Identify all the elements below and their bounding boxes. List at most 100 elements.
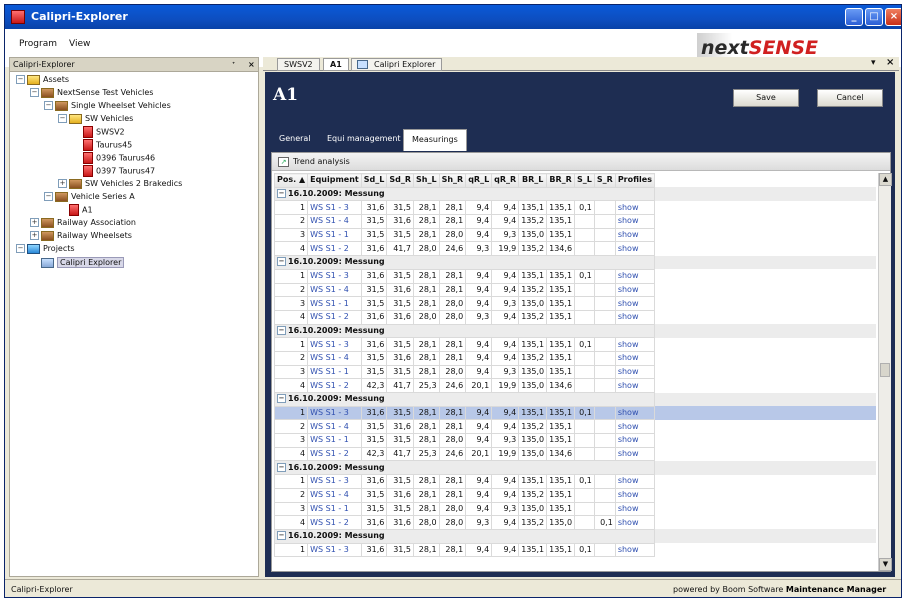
tree-node[interactable]: + Railway Wheelsets	[30, 230, 132, 242]
menu-view[interactable]: View	[69, 39, 90, 49]
tree-node[interactable]: SWSV2	[72, 126, 125, 138]
equipment-link[interactable]: WS S1 - 1	[307, 501, 362, 517]
show-profiles-link[interactable]: show	[614, 364, 655, 380]
equipment-link[interactable]: WS S1 - 4	[307, 487, 362, 503]
trend-analysis-label[interactable]: Trend analysis	[293, 157, 350, 166]
equipment-link[interactable]: WS S1 - 4	[307, 214, 362, 229]
tree-node[interactable]: − SW Vehicles	[58, 113, 133, 125]
show-profiles-link[interactable]: show	[614, 515, 655, 530]
equipment-link[interactable]: WS S1 - 1	[307, 227, 362, 243]
table-row[interactable]: 3 WS S1 - 1 31,5 31,5 28,1 28,0 9,4 9,3 135,0 135…	[274, 501, 876, 517]
equipment-link[interactable]: WS S1 - 2	[307, 515, 362, 530]
equipment-link[interactable]: WS S1 - 2	[307, 446, 362, 462]
collapse-icon[interactable]: −	[16, 75, 25, 84]
close-panel-icon[interactable]: ×	[248, 58, 255, 71]
collapse-icon[interactable]: −	[277, 257, 286, 267]
collapse-icon[interactable]: −	[58, 114, 67, 123]
show-profiles-link[interactable]: show	[614, 241, 655, 257]
show-profiles-link[interactable]: show	[614, 378, 655, 393]
equipment-link[interactable]: WS S1 - 1	[307, 364, 362, 380]
tab-measurings[interactable]: Measurings	[403, 129, 467, 151]
table-row[interactable]: 4 WS S1 - 2 42,3 41,7 25,3 24,6 20,1 19,9 135,0 1…	[274, 378, 876, 393]
table-row[interactable]: 1 WS S1 - 3 31,6 31,5 28,1 28,1 9,4 9,4 135,1 135…	[274, 405, 876, 421]
table-row[interactable]: 4 WS S1 - 2 31,6 31,6 28,0 28,0 9,3 9,4 135,2 135…	[274, 515, 876, 530]
scroll-down-icon[interactable]: ▼	[879, 558, 892, 571]
cancel-button[interactable]: Cancel	[817, 89, 883, 107]
table-row[interactable]: 2 WS S1 - 4 31,5 31,6 28,1 28,1 9,4 9,4 135,2 135…	[274, 350, 876, 366]
column-header[interactable]: S_R	[593, 173, 616, 188]
column-header[interactable]: S_L	[574, 173, 595, 188]
equipment-link[interactable]: WS S1 - 3	[307, 542, 362, 558]
tab-general[interactable]: General	[271, 129, 319, 151]
equipment-link[interactable]: WS S1 - 4	[307, 350, 362, 366]
equipment-link[interactable]: WS S1 - 4	[307, 282, 362, 298]
table-row[interactable]: 2 WS S1 - 4 31,5 31,6 28,1 28,1 9,4 9,4 135,2 135…	[274, 487, 876, 503]
column-header[interactable]: BR_L	[518, 173, 548, 188]
show-profiles-link[interactable]: show	[614, 405, 655, 421]
dropdown-icon[interactable]: ▾	[871, 58, 876, 68]
table-row[interactable]: 4 WS S1 - 2 42,3 41,7 25,3 24,6 20,1 19,9 135,0 1…	[274, 446, 876, 462]
equipment-link[interactable]: WS S1 - 3	[307, 474, 362, 489]
group-row[interactable]: −16.10.2009: Messung	[274, 323, 876, 339]
collapse-icon[interactable]: −	[277, 325, 286, 335]
tree-node[interactable]: − Single Wheelset Vehicles	[44, 100, 171, 112]
maximize-button[interactable]: □	[865, 8, 883, 26]
collapse-icon[interactable]: −	[30, 88, 39, 97]
scrollbar-thumb[interactable]	[880, 363, 890, 377]
collapse-icon[interactable]: −	[277, 189, 286, 199]
tree-node[interactable]: − Assets	[16, 74, 69, 86]
table-row[interactable]: 2 WS S1 - 4 31,5 31,6 28,1 28,1 9,4 9,4 135,2 135…	[274, 214, 876, 229]
show-profiles-link[interactable]: show	[614, 474, 655, 489]
show-profiles-link[interactable]: show	[614, 214, 655, 229]
collapse-icon[interactable]: −	[44, 101, 53, 110]
tree-node[interactable]: Calipri Explorer	[30, 257, 125, 269]
group-row[interactable]: −16.10.2009: Messung	[274, 255, 876, 270]
minimize-button[interactable]: _	[845, 8, 863, 26]
table-row[interactable]: 3 WS S1 - 1 31,5 31,5 28,1 28,0 9,4 9,3 135,0 135…	[274, 364, 876, 380]
table-row[interactable]: 3 WS S1 - 1 31,5 31,5 28,1 28,0 9,4 9,3 135,0 135…	[274, 227, 876, 243]
equipment-link[interactable]: WS S1 - 2	[307, 241, 362, 257]
collapse-icon[interactable]: −	[16, 244, 25, 253]
scroll-up-icon[interactable]: ▲	[879, 173, 892, 186]
collapse-icon[interactable]: −	[44, 192, 53, 201]
show-profiles-link[interactable]: show	[614, 419, 655, 435]
table-row[interactable]: 1 WS S1 - 3 31,6 31,5 28,1 28,1 9,4 9,4 135,1 135…	[274, 474, 876, 489]
table-row[interactable]: 1 WS S1 - 3 31,6 31,5 28,1 28,1 9,4 9,4 135,1 135…	[274, 542, 876, 558]
trend-analysis-bar[interactable]: ↗ Trend analysis	[272, 153, 890, 171]
tree-node[interactable]: − Projects	[16, 243, 75, 255]
group-row[interactable]: −16.10.2009: Messung	[274, 186, 876, 202]
show-profiles-link[interactable]: show	[614, 501, 655, 517]
tree-node[interactable]: − Vehicle Series A	[44, 191, 135, 203]
show-profiles-link[interactable]: show	[614, 487, 655, 503]
column-header[interactable]: BR_R	[546, 173, 576, 188]
group-row[interactable]: −16.10.2009: Messung	[274, 460, 876, 476]
tree-node[interactable]: 0396 Taurus46	[72, 152, 155, 164]
tree-node[interactable]: + Railway Association	[30, 217, 136, 229]
equipment-link[interactable]: WS S1 - 4	[307, 419, 362, 435]
equipment-link[interactable]: WS S1 - 1	[307, 433, 362, 448]
table-row[interactable]: 4 WS S1 - 2 31,6 41,7 28,0 24,6 9,3 19,9 135,2 13…	[274, 241, 876, 257]
save-button[interactable]: Save	[733, 89, 799, 107]
show-profiles-link[interactable]: show	[614, 227, 655, 243]
group-row[interactable]: −16.10.2009: Messung	[274, 392, 876, 407]
show-profiles-link[interactable]: show	[614, 350, 655, 366]
group-row[interactable]: −16.10.2009: Messung	[274, 528, 876, 544]
table-row[interactable]: 3 WS S1 - 1 31,5 31,5 28,1 28,0 9,4 9,3 135,0 135…	[274, 296, 876, 311]
column-header[interactable]: Sh_R	[438, 173, 467, 188]
table-row[interactable]: 4 WS S1 - 2 31,6 31,6 28,0 28,0 9,3 9,4 135,2 135…	[274, 309, 876, 325]
collapse-icon[interactable]: −	[277, 394, 286, 404]
column-header[interactable]: qR_L	[465, 173, 493, 188]
equipment-link[interactable]: WS S1 - 2	[307, 378, 362, 393]
show-profiles-link[interactable]: show	[614, 446, 655, 462]
expand-icon[interactable]: +	[30, 218, 39, 227]
equipment-link[interactable]: WS S1 - 3	[307, 200, 362, 216]
table-row[interactable]: 1 WS S1 - 3 31,6 31,5 28,1 28,1 9,4 9,4 135,1 135…	[274, 268, 876, 284]
equipment-link[interactable]: WS S1 - 3	[307, 337, 362, 352]
tree-node[interactable]: Taurus45	[72, 139, 132, 151]
tree-node[interactable]: A1	[58, 204, 93, 216]
tree-node[interactable]: + SW Vehicles 2 Brakedics	[58, 178, 182, 190]
show-profiles-link[interactable]: show	[614, 296, 655, 311]
show-profiles-link[interactable]: show	[614, 542, 655, 558]
equipment-link[interactable]: WS S1 - 3	[307, 405, 362, 421]
column-header[interactable]: Profiles	[614, 173, 655, 188]
